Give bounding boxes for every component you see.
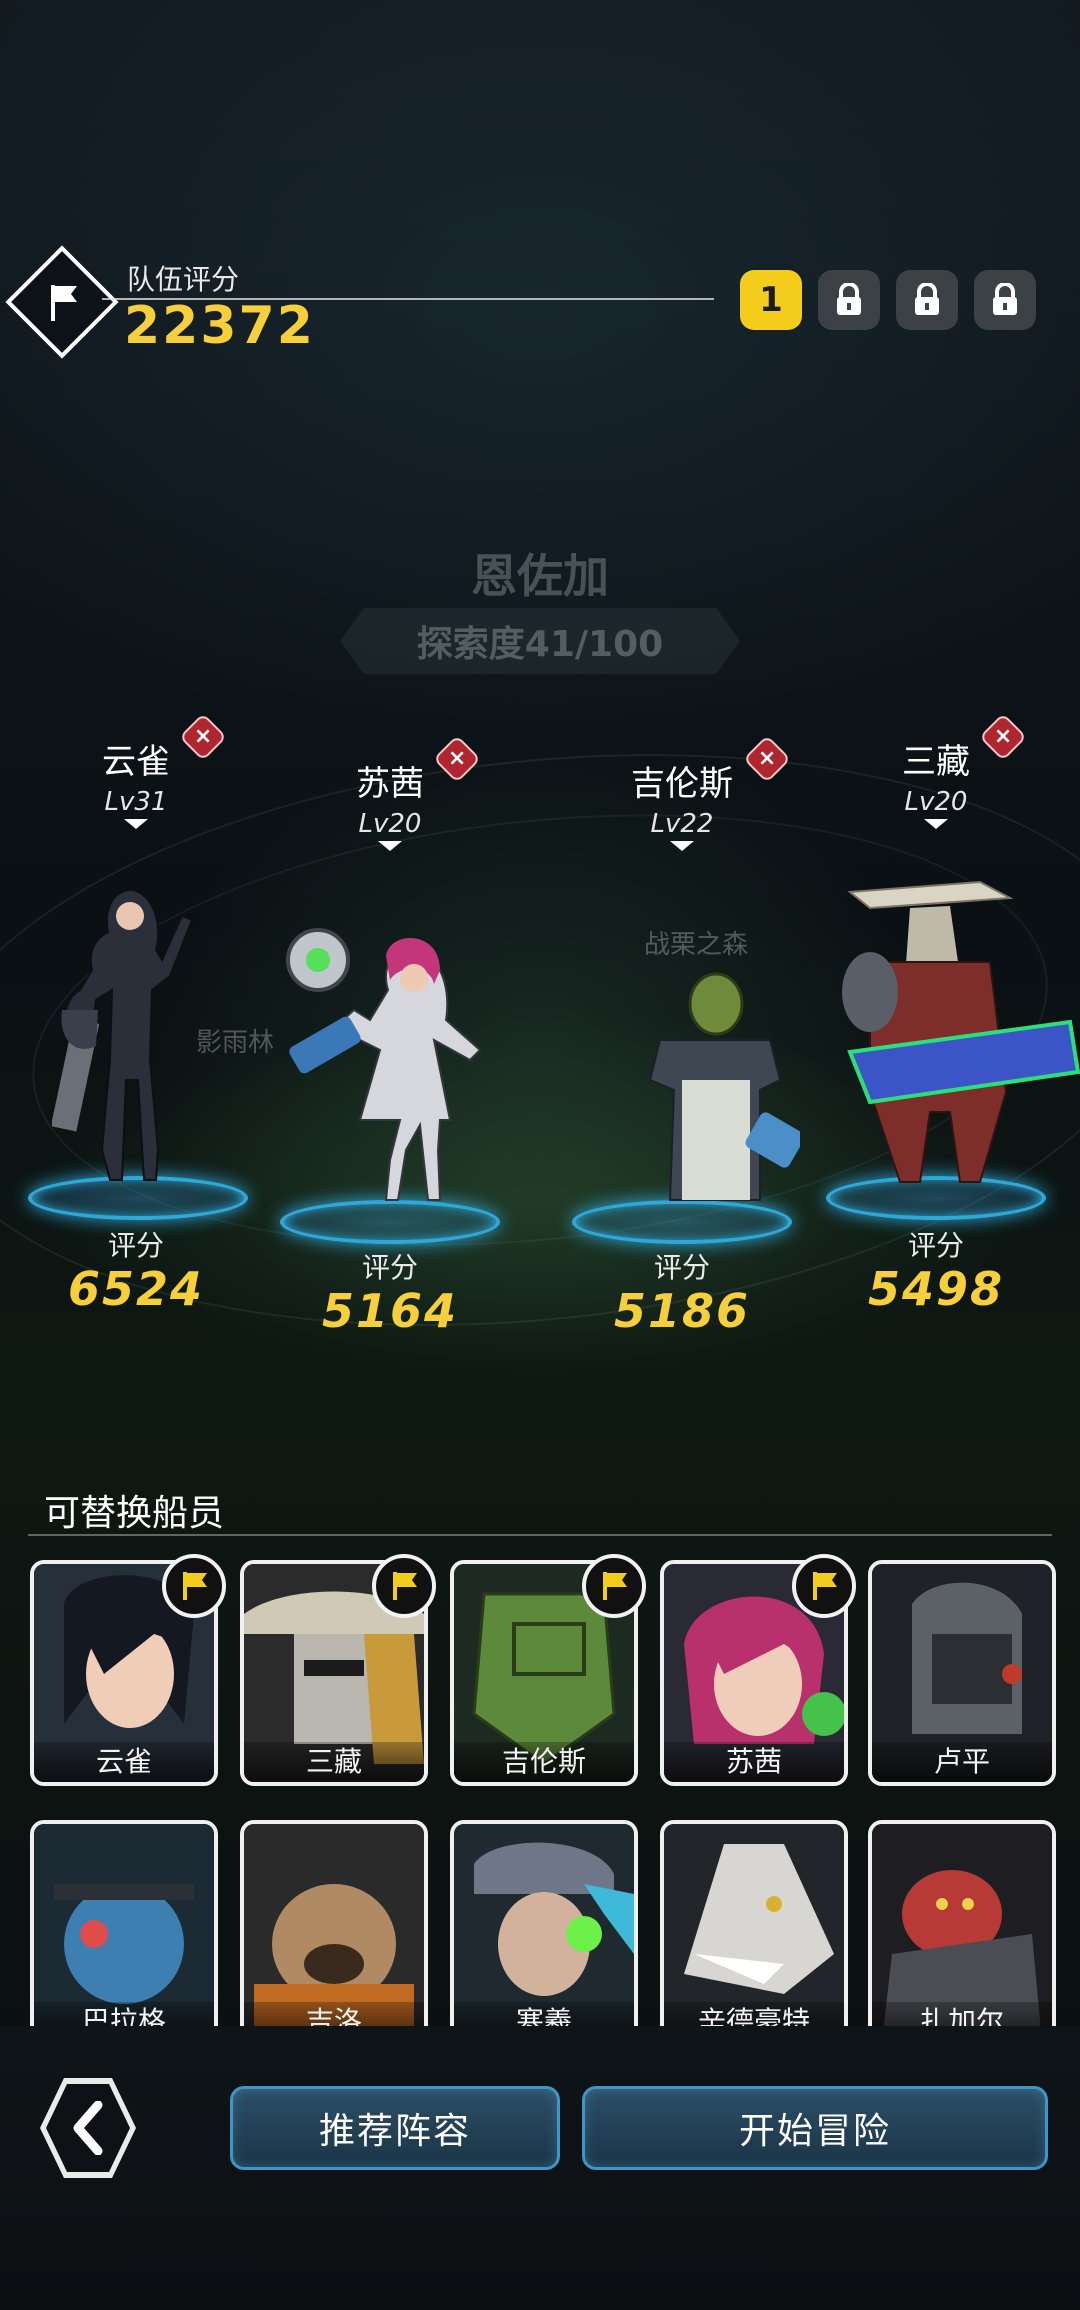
hero-score-value: 5164 [321, 1284, 459, 1338]
hero-score-label: 评分 [107, 1229, 164, 1262]
hero-level: Lv22 [650, 809, 714, 839]
hero-name: 三藏 [902, 742, 970, 782]
crew-card[interactable]: 卢平 [868, 1560, 1056, 1786]
lock-icon [837, 283, 861, 315]
team-score-value: 22372 [124, 296, 315, 356]
caret-down-icon [924, 819, 948, 829]
in-team-flag-icon [162, 1554, 226, 1618]
crew-name: 吉伦斯 [454, 1742, 634, 1782]
hero-figure-suxi [286, 928, 482, 1201]
close-icon: × [447, 746, 467, 771]
team-slot-2-locked[interactable] [818, 270, 880, 330]
hero-score-value: 6524 [67, 1262, 205, 1316]
lock-icon [915, 283, 939, 315]
team-slot-4-locked[interactable] [974, 270, 1036, 330]
crew-card[interactable]: 寒羲 [450, 1820, 638, 2046]
hero-figure-sanzang [842, 880, 1080, 1183]
hero-score-label: 评分 [907, 1229, 964, 1262]
crew-card[interactable]: 吉洛 [240, 1820, 428, 2046]
team-score-label: 队伍评分 [127, 263, 240, 296]
crew-name: 苏茜 [664, 1742, 844, 1782]
close-icon: × [993, 724, 1013, 749]
hero-slot-2[interactable]: 苏茜 Lv20 [260, 756, 520, 851]
hero-score-value: 5186 [613, 1284, 751, 1338]
hero-slot-1[interactable]: 云雀 Lv31 [6, 734, 266, 829]
hero-score-label: 评分 [361, 1251, 418, 1284]
hero-score-label: 评分 [653, 1251, 710, 1284]
in-team-flag-icon [582, 1554, 646, 1618]
crew-name: 卢平 [872, 1742, 1052, 1782]
hero-level: Lv31 [104, 787, 168, 817]
crew-card[interactable]: 辛德豪特 [660, 1820, 848, 2046]
caret-down-icon [378, 841, 402, 851]
crew-card[interactable]: 扎加尔 [868, 1820, 1056, 2046]
hero-figure-yunque [52, 888, 194, 1181]
caret-down-icon [124, 819, 148, 829]
crew-name: 云雀 [34, 1742, 214, 1782]
lock-icon [993, 283, 1017, 315]
hero-figure-jilunsi [648, 972, 800, 1201]
close-icon: × [193, 724, 213, 749]
exploration-progress: 探索度41/100 [340, 608, 740, 674]
in-team-flag-icon [372, 1554, 436, 1618]
map-label: 战栗之森 [644, 930, 749, 960]
start-adventure-button[interactable]: 开始冒险 [582, 2086, 1048, 2170]
crew-name: 三藏 [244, 1742, 424, 1782]
hero-name: 苏茜 [356, 764, 424, 804]
in-team-flag-icon [792, 1554, 856, 1618]
team-slot-1[interactable]: 1 [740, 270, 802, 330]
chevron-left-icon [73, 2101, 103, 2155]
flag-icon [38, 278, 88, 328]
caret-down-icon [670, 841, 694, 851]
hero-level: Lv20 [904, 787, 968, 817]
hero-score-value: 5498 [867, 1262, 1005, 1316]
divider [28, 1534, 1052, 1536]
hero-name: 云雀 [102, 742, 170, 782]
hero-level: Lv20 [358, 809, 422, 839]
team-slot-3-locked[interactable] [896, 270, 958, 330]
location-name: 恩佐加 [471, 549, 609, 603]
crew-card[interactable]: 巴拉格 [30, 1820, 218, 2046]
hero-slot-4[interactable]: 三藏 Lv20 [806, 734, 1066, 829]
crew-section-title: 可替换船员 [44, 1493, 225, 1534]
team-slot-number: 1 [759, 280, 783, 320]
close-icon: × [757, 746, 777, 771]
recommend-lineup-button[interactable]: 推荐阵容 [230, 2086, 560, 2170]
